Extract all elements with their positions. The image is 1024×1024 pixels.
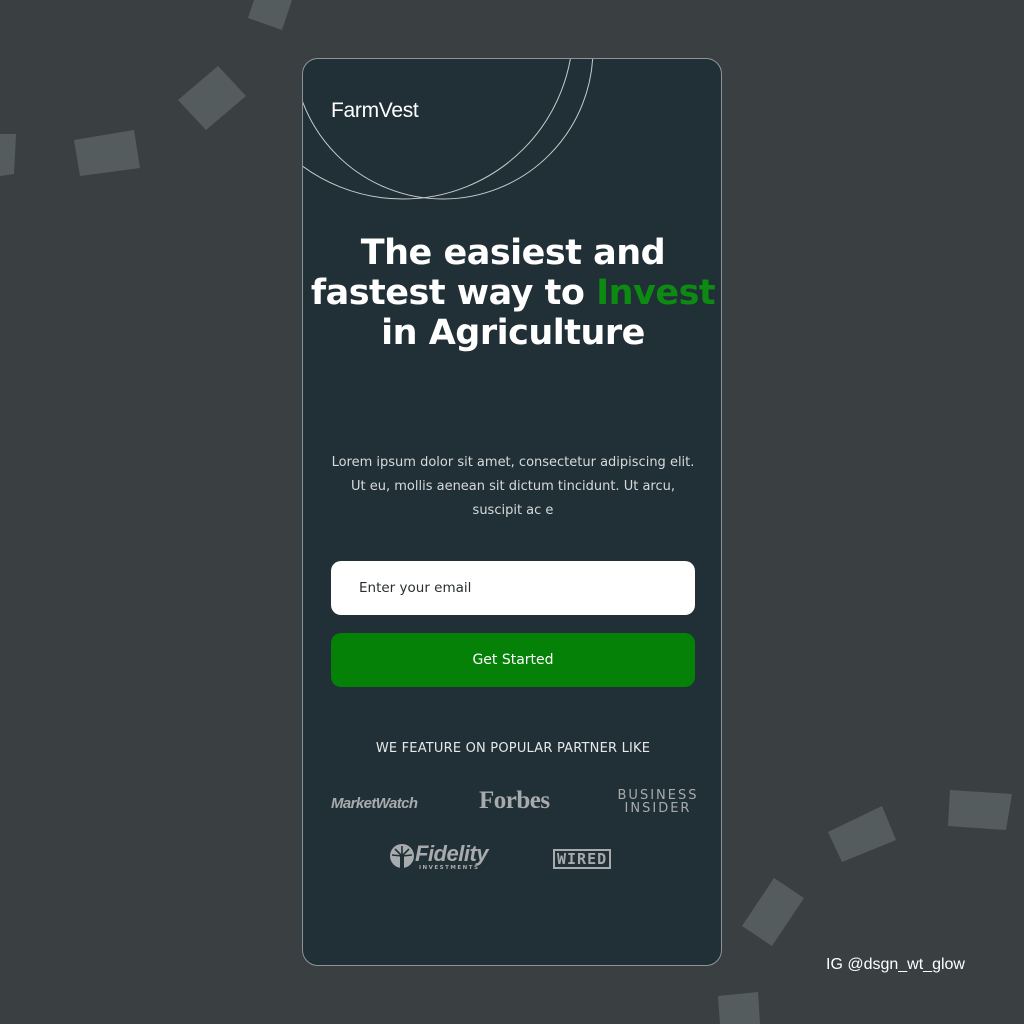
decorative-arcs bbox=[303, 59, 594, 200]
hero-description: Lorem ipsum dolor sit amet, consectetur … bbox=[331, 455, 695, 518]
marketwatch-logo: MarketWatch bbox=[331, 795, 418, 812]
wired-logo: WIRED bbox=[553, 849, 612, 869]
forbes-logo: Forbes bbox=[479, 787, 550, 814]
instagram-watermark: IG @dsgn_wt_glow bbox=[826, 956, 965, 973]
brand-logo: FarmVest bbox=[331, 99, 419, 122]
headline-accent-invest: Invest bbox=[596, 273, 716, 313]
headline-text-end: in Agriculture bbox=[381, 313, 645, 353]
fidelity-torch-icon bbox=[390, 844, 414, 868]
fidelity-subtitle: INVESTMENTS bbox=[419, 865, 480, 871]
email-input[interactable] bbox=[331, 561, 695, 615]
partners-heading: WE FEATURE ON POPULAR PARTNER LIKE bbox=[375, 741, 651, 756]
landing-card: FarmVest The easiest and fastest way to … bbox=[302, 58, 722, 966]
business-insider-logo: BUSINESS INSIDER bbox=[613, 789, 703, 815]
get-started-button[interactable]: Get Started bbox=[331, 633, 695, 687]
business-insider-line2: INSIDER bbox=[624, 801, 692, 816]
fidelity-wordmark: Fidelity bbox=[415, 841, 489, 866]
hero-headline: The easiest and fastest way to Invest in… bbox=[303, 233, 721, 353]
